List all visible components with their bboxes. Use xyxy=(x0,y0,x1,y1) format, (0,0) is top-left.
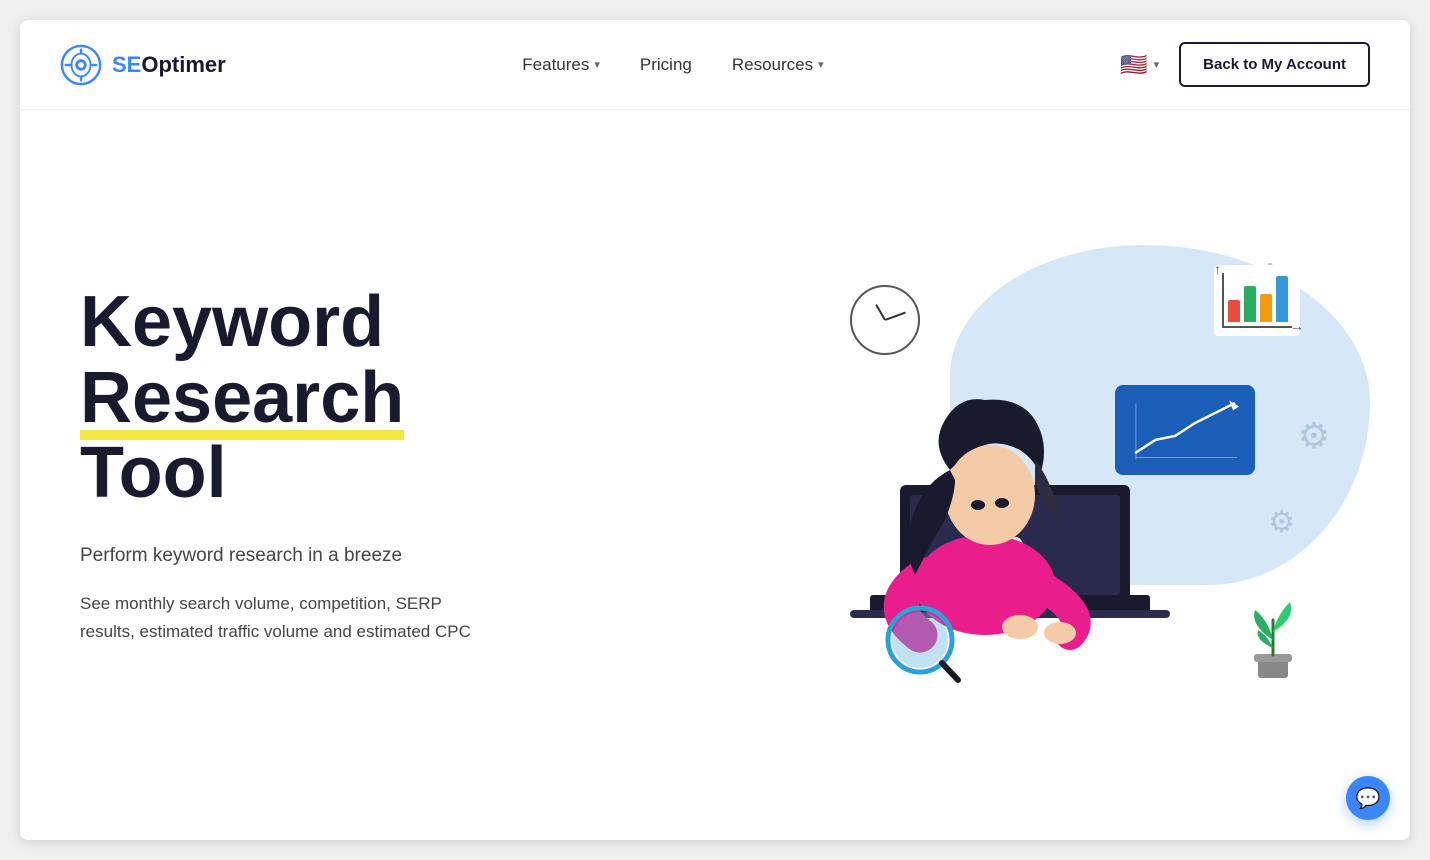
gear-icon-3: ⚙ xyxy=(1268,505,1295,540)
flag-chevron: ▾ xyxy=(1154,58,1160,71)
main-content: Keyword Research Tool Perform keyword re… xyxy=(20,110,1410,840)
logo[interactable]: SEOptimer xyxy=(60,44,226,86)
chat-icon: 💬 xyxy=(1356,786,1381,811)
language-selector[interactable]: 🇺🇸 ▾ xyxy=(1120,52,1159,78)
resources-chevron: ▾ xyxy=(818,58,824,71)
chart-y-arrow: ↑ xyxy=(1214,261,1221,277)
chart-bar-1 xyxy=(1228,300,1240,322)
hero-subtitle: Perform keyword research in a breeze xyxy=(80,542,480,571)
hero-description: See monthly search volume, competition, … xyxy=(80,590,480,644)
hero-text: Keyword Research Tool Perform keyword re… xyxy=(80,285,480,645)
page-container: SEOptimer Features ▾ Pricing Resources ▾… xyxy=(20,20,1410,840)
features-chevron: ▾ xyxy=(594,58,600,71)
hero-illustration: ⚙ ⚙ ⚙ ↑ → xyxy=(730,185,1350,745)
nav-pricing[interactable]: Pricing xyxy=(640,55,692,75)
chat-button[interactable]: 💬 xyxy=(1346,776,1390,820)
logo-icon xyxy=(60,44,102,86)
bar-chart-card: ↑ → xyxy=(1214,265,1300,336)
flag-icon: 🇺🇸 xyxy=(1120,52,1147,78)
nav-resources[interactable]: Resources ▾ xyxy=(732,55,824,75)
hero-title: Keyword Research Tool xyxy=(80,285,480,512)
main-nav: Features ▾ Pricing Resources ▾ xyxy=(522,55,823,75)
back-to-account-button[interactable]: Back to My Account xyxy=(1179,42,1370,87)
logo-text: SEOptimer xyxy=(112,52,226,78)
chart-x-arrow: → xyxy=(1290,318,1304,334)
plant-icon xyxy=(1240,590,1305,685)
nav-features[interactable]: Features ▾ xyxy=(522,55,600,75)
chart-bar-4 xyxy=(1276,276,1288,322)
gear-icon-2: ⚙ xyxy=(1298,415,1330,457)
header-right: 🇺🇸 ▾ Back to My Account xyxy=(1120,42,1370,87)
chart-bar-3 xyxy=(1260,294,1272,322)
bar-chart: ↑ → xyxy=(1222,273,1292,328)
chart-bar-2 xyxy=(1244,286,1256,322)
header: SEOptimer Features ▾ Pricing Resources ▾… xyxy=(20,20,1410,110)
character-illustration xyxy=(790,285,1210,715)
